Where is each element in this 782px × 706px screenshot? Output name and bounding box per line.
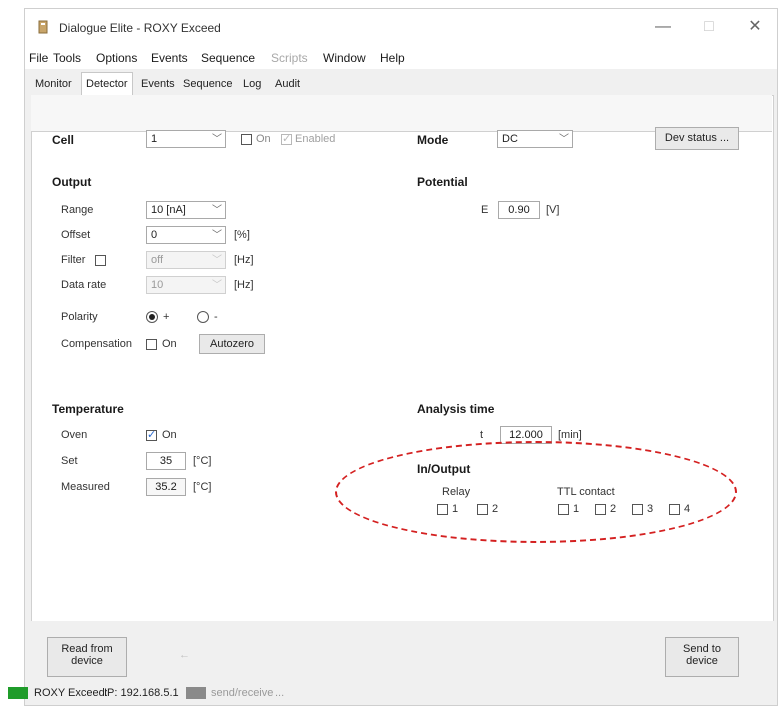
enabled-checkbox[interactable]	[281, 132, 292, 145]
send-receive-icon	[186, 687, 206, 699]
menu-sequence[interactable]: Sequence	[201, 51, 255, 65]
cell-label: Cell	[52, 133, 75, 147]
measured-temperature-value: 35.2	[146, 478, 186, 496]
detector-panel	[31, 95, 774, 623]
datarate-unit: [Hz]	[234, 279, 254, 291]
range-label: Range	[61, 204, 94, 216]
potential-e-label: E	[481, 204, 489, 216]
range-select[interactable]: 10 [nA] ﹀	[146, 201, 226, 219]
cell-on-checkbox[interactable]	[241, 134, 252, 145]
chevron-down-icon: ﹀	[212, 230, 222, 241]
read-from-device-button[interactable]: Read from device	[47, 637, 127, 677]
tab-monitor[interactable]: Monitor	[31, 75, 76, 93]
measured-unit: [°C]	[193, 481, 212, 493]
filter-select[interactable]: off ﹀	[146, 251, 226, 269]
set-unit: [°C]	[193, 455, 212, 467]
app-icon	[38, 20, 48, 34]
send-to-device-line2: device	[686, 655, 718, 667]
enabled-label: Enabled	[295, 133, 336, 145]
compensation-on-checkbox[interactable]	[146, 339, 157, 350]
read-from-device-line1: Read from	[61, 643, 113, 655]
polarity-plus-label: +	[163, 311, 170, 323]
chevron-down-icon: ﹀	[212, 205, 222, 216]
filter-label: Filter	[61, 254, 86, 266]
status-send-receive: send/receive	[211, 687, 274, 699]
analysis-t-unit: [min]	[558, 429, 582, 441]
app-window: Dialogue Elite - ROXY Exceed — □ ✕ File …	[24, 8, 778, 706]
compensation-on-label: On	[162, 338, 177, 350]
chevron-down-icon: ﹀	[212, 255, 222, 266]
potential-e-input[interactable]: 0.90	[498, 201, 540, 219]
menu-events[interactable]: Events	[151, 51, 188, 65]
offset-label: Offset	[61, 229, 91, 241]
connection-status-icon	[8, 687, 28, 699]
analysis-time-section-title: Analysis time	[417, 402, 495, 416]
mode-select[interactable]: DC ﹀	[497, 130, 573, 148]
offset-select[interactable]: 0 ﹀	[146, 226, 226, 244]
tab-events[interactable]: Events	[137, 75, 179, 93]
potential-e-unit: [V]	[546, 204, 560, 216]
close-button[interactable]: ✕	[735, 15, 775, 39]
datarate-select[interactable]: 10 ﹀	[146, 276, 226, 294]
polarity-plus-radio[interactable]	[146, 311, 158, 323]
analysis-t-label: t	[480, 429, 484, 441]
filter-checkbox[interactable]	[95, 255, 106, 266]
tab-detector[interactable]: Detector	[81, 72, 133, 95]
menu-tools[interactable]: Tools	[53, 51, 81, 65]
mode-label: Mode	[417, 133, 449, 147]
arrow-left-icon: ←	[179, 649, 190, 661]
menu-file[interactable]: File	[29, 51, 48, 65]
measured-label: Measured	[61, 481, 110, 493]
menu-options[interactable]: Options	[96, 51, 137, 65]
chevron-down-icon: ﹀	[559, 134, 569, 145]
set-temperature-input[interactable]: 35	[146, 452, 186, 470]
cell-select[interactable]: 1 ﹀	[146, 130, 226, 148]
annotation-ellipse	[335, 441, 737, 543]
offset-unit: [%]	[234, 229, 250, 241]
menu-scripts[interactable]: Scripts	[271, 51, 308, 65]
menu-window[interactable]: Window	[323, 51, 366, 65]
potential-section-title: Potential	[417, 175, 468, 189]
polarity-minus-label: -	[214, 311, 218, 323]
output-section-title: Output	[52, 175, 92, 189]
status-ip: IP: 192.168.5.1	[104, 687, 179, 699]
datarate-label: Data rate	[61, 279, 107, 291]
polarity-minus-radio[interactable]	[197, 311, 209, 323]
menu-help[interactable]: Help	[380, 51, 405, 65]
maximize-button[interactable]: □	[689, 15, 729, 39]
tab-audit[interactable]: Audit	[271, 75, 304, 93]
set-label: Set	[61, 455, 78, 467]
tab-log[interactable]: Log	[239, 75, 265, 93]
status-device-name: ROXY Exceed:	[34, 687, 108, 699]
autozero-button[interactable]: Autozero	[199, 334, 265, 354]
cell-on-label: On	[256, 133, 271, 145]
compensation-label: Compensation	[61, 338, 132, 350]
oven-on-label: On	[162, 429, 177, 441]
menu-bar: File Tools Options Events Sequence Scrip…	[25, 45, 777, 69]
window-title: Dialogue Elite - ROXY Exceed	[59, 21, 221, 35]
status-ellipsis: ...	[275, 687, 285, 699]
chevron-down-icon: ﹀	[212, 280, 222, 291]
minimize-button[interactable]: —	[643, 15, 683, 39]
send-to-device-button[interactable]: Send to device	[665, 637, 739, 677]
polarity-label: Polarity	[61, 311, 98, 323]
temperature-section-title: Temperature	[52, 402, 124, 416]
read-from-device-line2: device	[71, 655, 103, 667]
send-to-device-line1: Send to	[683, 643, 721, 655]
tab-sequence[interactable]: Sequence	[179, 75, 237, 93]
oven-on-checkbox[interactable]	[146, 428, 157, 441]
oven-label: Oven	[61, 429, 88, 441]
title-bar: Dialogue Elite - ROXY Exceed — □ ✕	[25, 9, 777, 45]
dev-status-button[interactable]: Dev status ...	[655, 127, 739, 150]
filter-unit: [Hz]	[234, 254, 254, 266]
chevron-down-icon: ﹀	[212, 134, 222, 145]
